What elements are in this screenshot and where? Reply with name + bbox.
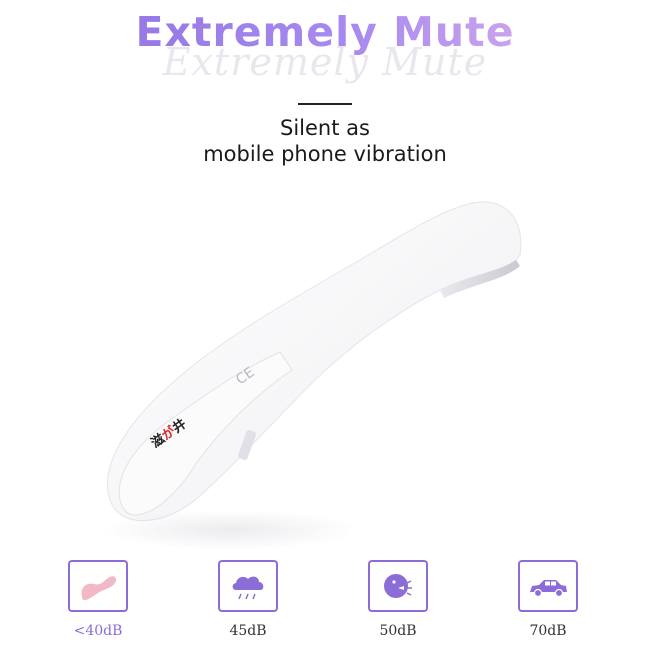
level-icon-box-1 (68, 560, 128, 612)
level-label-4: 70dB (529, 623, 567, 639)
product-image: CE 滋が井 (107, 201, 522, 522)
level-label-2: 45dB (229, 623, 267, 639)
level-icon-box-3 (368, 560, 428, 612)
subtitle-line-2: mobile phone vibration (203, 142, 447, 166)
rain-cloud-icon (232, 576, 264, 600)
product-shadow (100, 510, 360, 550)
car-icon (530, 580, 567, 598)
subtitle-line-1: Silent as (280, 116, 370, 140)
talking-face-icon (384, 574, 412, 598)
curved-toy-icon (81, 576, 116, 601)
level-label-3: 50dB (379, 623, 417, 639)
level-label-1: <40dB (73, 623, 123, 639)
divider (298, 103, 352, 105)
script-title-watermark: Extremely Mute (162, 40, 488, 84)
level-icon-box-2 (218, 560, 278, 612)
level-icon-box-4 (518, 560, 578, 612)
